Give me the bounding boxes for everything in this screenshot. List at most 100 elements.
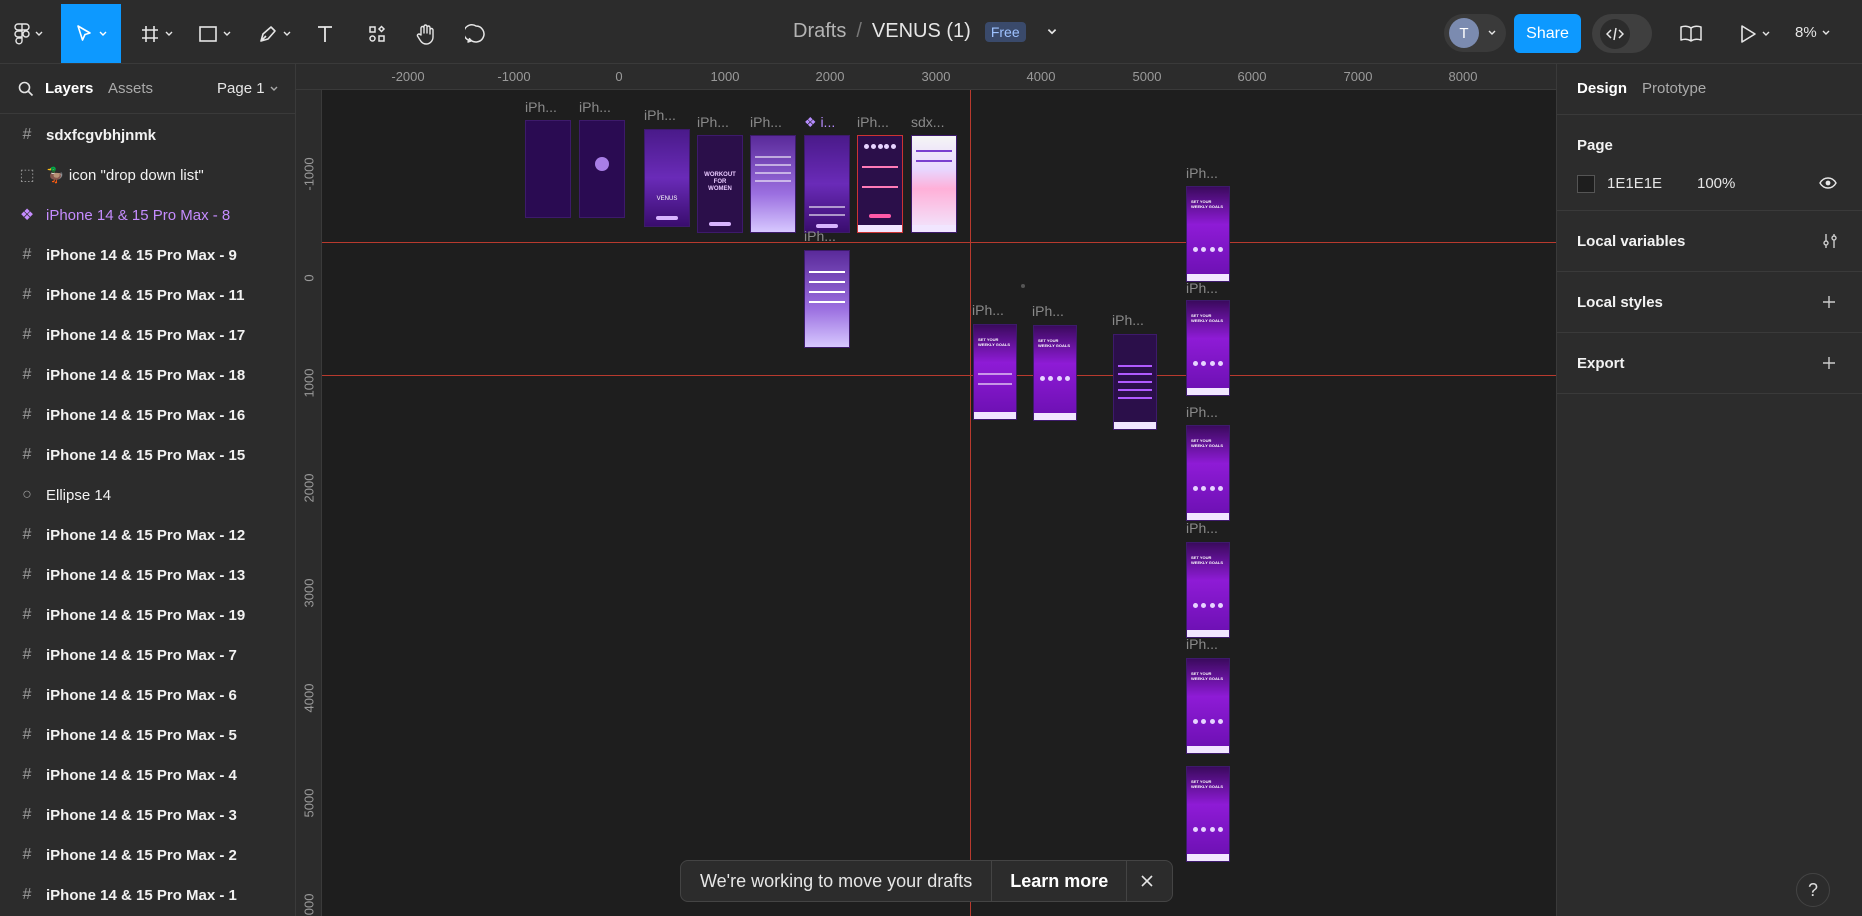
present-button[interactable]	[1732, 4, 1778, 63]
page-bg-hex[interactable]: 1E1E1E	[1607, 175, 1662, 192]
help-button[interactable]: ?	[1796, 873, 1830, 907]
layer-item[interactable]: # iPhone 14 & 15 Pro Max - 12	[0, 515, 295, 555]
phone-frame[interactable]: SET YOUR WEEKLY GOALS	[1186, 300, 1230, 396]
layer-item[interactable]: # iPhone 14 & 15 Pro Max - 1	[0, 875, 295, 915]
phone-frame[interactable]	[1113, 334, 1157, 430]
day-dot	[1201, 603, 1207, 608]
phone-frame[interactable]	[525, 120, 571, 218]
layer-item[interactable]: ⬚ 🦆 icon "drop down list"	[0, 155, 295, 195]
breadcrumb-drafts[interactable]: Drafts	[793, 20, 846, 43]
text-tool-button[interactable]	[310, 4, 340, 63]
layer-item[interactable]: # iPhone 14 & 15 Pro Max - 3	[0, 795, 295, 835]
dev-mode-toggle[interactable]	[1592, 14, 1652, 53]
ellipse-14[interactable]	[1021, 284, 1025, 288]
ruler-guide-vertical[interactable]	[970, 90, 971, 916]
layer-item[interactable]: # iPhone 14 & 15 Pro Max - 18	[0, 355, 295, 395]
tab-design[interactable]: Design	[1577, 80, 1627, 97]
tab-bar	[912, 225, 956, 232]
collaborator-menu[interactable]: T	[1444, 14, 1506, 52]
variables-icon[interactable]	[1821, 232, 1839, 250]
layer-item[interactable]: # iPhone 14 & 15 Pro Max - 17	[0, 315, 295, 355]
phone-frame[interactable]: SET YOUR WEEKLY GOALS	[1186, 186, 1230, 282]
pen-tool-button[interactable]	[254, 4, 296, 63]
frame-label: sdx...	[911, 114, 945, 130]
phone-frame[interactable]: SET YOUR WEEKLY GOALS	[973, 324, 1017, 420]
layer-item[interactable]: # iPhone 14 & 15 Pro Max - 5	[0, 715, 295, 755]
tab-prototype[interactable]: Prototype	[1642, 80, 1706, 97]
frame-text: WORKOUT FOR WOMEN	[704, 172, 736, 192]
layer-item[interactable]: # iPhone 14 & 15 Pro Max - 13	[0, 555, 295, 595]
layer-item[interactable]: ○ Ellipse 14	[0, 475, 295, 515]
book-icon	[1680, 25, 1702, 42]
menu-line	[1118, 365, 1152, 367]
main-menu-button[interactable]	[8, 4, 50, 63]
local-variables-section[interactable]: Local variables	[1557, 211, 1862, 272]
figma-logo-icon	[14, 22, 30, 45]
tab-assets[interactable]: Assets	[108, 80, 153, 97]
layer-item[interactable]: # iPhone 14 & 15 Pro Max - 16	[0, 395, 295, 435]
frame-icon: #	[22, 286, 32, 303]
phone-frame[interactable]: SET YOUR WEEKLY GOALS	[1186, 766, 1230, 862]
page-selector[interactable]: Page 1	[217, 80, 279, 97]
phone-frame[interactable]: SET YOUR WEEKLY GOALS	[1186, 658, 1230, 754]
learn-more-button[interactable]: Learn more	[992, 861, 1128, 901]
layer-item[interactable]: # iPhone 14 & 15 Pro Max - 6	[0, 675, 295, 715]
frame-tool-button[interactable]	[136, 4, 178, 63]
phone-frame[interactable]	[750, 135, 796, 233]
input-field	[809, 281, 845, 283]
layer-item[interactable]: # iPhone 14 & 15 Pro Max - 11	[0, 275, 295, 315]
day-dot	[1217, 247, 1223, 252]
phone-frame[interactable]	[911, 135, 957, 233]
hand-tool-button[interactable]	[410, 4, 442, 63]
layer-item[interactable]: # iPhone 14 & 15 Pro Max - 9	[0, 235, 295, 275]
chevron-down-icon[interactable]	[1046, 26, 1058, 38]
file-title[interactable]: Drafts / VENUS (1) Free	[793, 20, 1058, 43]
tab-layers[interactable]: Layers	[45, 80, 93, 97]
file-name[interactable]: VENUS (1)	[872, 20, 971, 43]
phone-frame[interactable]	[579, 120, 625, 218]
design-canvas[interactable]: iPh... iPh... iPh... VENUS iPh... WORKOU…	[322, 90, 1556, 916]
phone-frame[interactable]: SET YOUR WEEKLY GOALS	[1186, 542, 1230, 638]
frame-label: iPh...	[697, 114, 729, 130]
phone-frame[interactable]: VENUS	[644, 129, 690, 227]
plus-icon[interactable]	[1821, 294, 1837, 310]
share-button[interactable]: Share	[1514, 14, 1581, 53]
layer-item[interactable]: # iPhone 14 & 15 Pro Max - 7	[0, 635, 295, 675]
page-bg-swatch[interactable]	[1577, 175, 1595, 193]
text-line	[809, 214, 845, 216]
phone-frame[interactable]: WORKOUT FOR WOMEN	[697, 135, 743, 233]
layer-item[interactable]: # sdxfcgvbhjnmk	[0, 115, 295, 155]
ruler-guide-horizontal[interactable]	[322, 242, 1556, 243]
phone-frame[interactable]: SET YOUR WEEKLY GOALS	[1186, 425, 1230, 521]
phone-frame[interactable]: SET YOUR WEEKLY GOALS	[1033, 325, 1077, 421]
resources-tool-button[interactable]	[362, 4, 392, 63]
layer-item[interactable]: # iPhone 14 & 15 Pro Max - 4	[0, 755, 295, 795]
eye-icon[interactable]	[1819, 176, 1837, 190]
day-dot	[1193, 486, 1198, 491]
frame-text: SET YOUR WEEKLY GOALS	[1191, 438, 1224, 448]
phone-frame[interactable]	[804, 135, 850, 233]
phone-frame[interactable]	[804, 250, 850, 348]
top-toolbar: Drafts / VENUS (1) Free T Share 8%	[0, 0, 1862, 64]
zoom-menu[interactable]: 8%	[1795, 24, 1831, 41]
close-toast-button[interactable]	[1127, 861, 1167, 901]
page-section: Page 1E1E1E 100%	[1557, 115, 1862, 211]
layer-item[interactable]: ❖ iPhone 14 & 15 Pro Max - 8	[0, 195, 295, 235]
library-button[interactable]	[1675, 4, 1707, 63]
layer-label: Ellipse 14	[46, 486, 112, 504]
comment-tool-button[interactable]	[460, 4, 492, 63]
export-section[interactable]: Export	[1557, 333, 1862, 394]
search-icon[interactable]	[18, 81, 34, 97]
local-styles-section[interactable]: Local styles	[1557, 272, 1862, 333]
layer-item[interactable]: # iPhone 14 & 15 Pro Max - 15	[0, 435, 295, 475]
phone-frame[interactable]	[857, 135, 903, 233]
frame-label: iPh...	[1186, 404, 1218, 420]
plus-icon[interactable]	[1821, 355, 1837, 371]
move-tool-button[interactable]	[61, 4, 121, 63]
layer-item[interactable]: # iPhone 14 & 15 Pro Max - 2	[0, 835, 295, 875]
layer-item[interactable]: # iPhone 14 & 15 Pro Max - 19	[0, 595, 295, 635]
page-bg-opacity[interactable]: 100%	[1697, 175, 1735, 192]
shape-tool-button[interactable]	[194, 4, 236, 63]
frame-icon: #	[22, 686, 32, 703]
ruler-guide-horizontal[interactable]	[322, 375, 1556, 376]
